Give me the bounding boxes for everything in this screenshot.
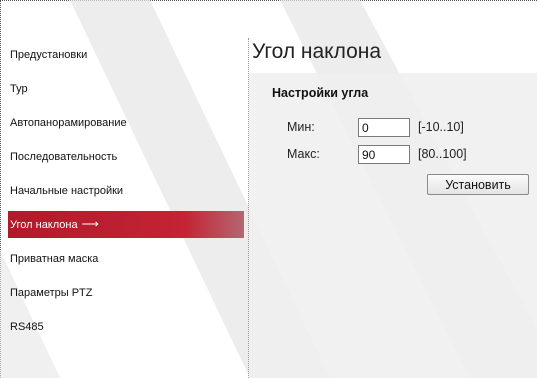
sidebar-item-tour[interactable]: Тур (8, 72, 244, 106)
sidebar-item-autopan[interactable]: Автопанорамирование (8, 106, 244, 140)
sidebar-item-label: Тур (10, 83, 28, 95)
sidebar-item-label: Параметры PTZ (10, 287, 93, 299)
min-range-hint: [-10..10] (418, 120, 464, 134)
arrow-right-icon: ⟶ (81, 217, 99, 231)
sidebar-item-sequence[interactable]: Последовательность (8, 140, 244, 174)
min-label: Мин: (287, 120, 315, 134)
page-title: Угол наклона (252, 40, 382, 63)
max-angle-input[interactable] (358, 145, 410, 164)
sidebar-item-tilt-angle[interactable]: Угол наклона ⟶ (8, 211, 244, 238)
sidebar-item-presets[interactable]: Предустановки (8, 38, 244, 72)
sidebar-item-label: Приватная маска (10, 253, 99, 265)
sidebar-item-label: Последовательность (10, 151, 118, 163)
sidebar-item-label: Начальные настройки (10, 185, 124, 197)
section-title: Настройки угла (272, 86, 369, 100)
sidebar-item-label: Угол наклона (10, 219, 78, 231)
sidebar-item-label: RS485 (10, 321, 44, 333)
max-label: Макс: (287, 147, 320, 161)
sidebar-item-label: Автопанорамирование (10, 117, 127, 129)
sidebar-item-label: Предустановки (10, 49, 88, 61)
settings-panel: Настройки угла Мин: [-10..10] Макс: [80.… (249, 73, 537, 378)
sidebar-item-initial-settings[interactable]: Начальные настройки (8, 174, 244, 208)
min-angle-input[interactable] (358, 118, 410, 137)
max-range-hint: [80..100] (418, 147, 467, 161)
sidebar-menu: Предустановки Тур Автопанорамирование По… (8, 38, 244, 378)
main-content: Угол наклона Настройки угла Мин: [-10..1… (249, 38, 537, 378)
sidebar-item-ptz-parameters[interactable]: Параметры PTZ (8, 276, 244, 310)
sidebar-item-privacy-mask[interactable]: Приватная маска (8, 242, 244, 276)
sidebar-item-rs485[interactable]: RS485 (8, 310, 244, 344)
set-button[interactable]: Установить (427, 174, 529, 195)
